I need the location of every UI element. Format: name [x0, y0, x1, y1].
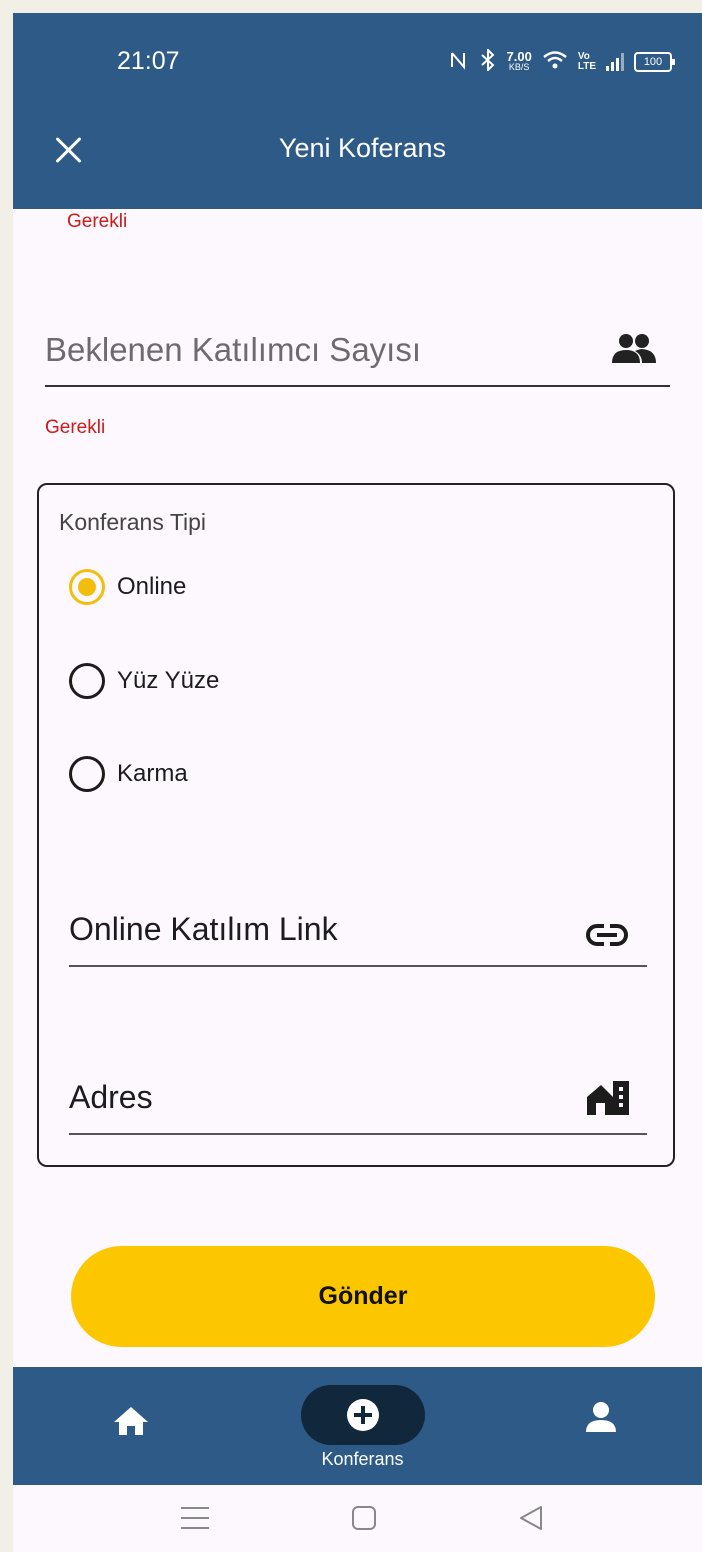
participants-error: Gerekli [45, 417, 106, 438]
bottom-navigation: Konferans [13, 1367, 702, 1485]
participants-underline [45, 385, 670, 387]
participants-field[interactable]: Beklenen Katılımcı Sayısı [45, 313, 670, 388]
menu-icon[interactable] [181, 1505, 209, 1536]
radio-karma[interactable] [69, 756, 105, 792]
conference-type-label: Konferans Tipi [59, 509, 207, 535]
volte-bottom: LTE [577, 61, 596, 72]
net-speed-unit: KB/S [508, 62, 530, 72]
back-icon[interactable] [519, 1505, 543, 1536]
radio-option-online[interactable]: Online [69, 569, 186, 605]
wifi-icon [542, 50, 568, 75]
online-link-underline [69, 965, 647, 967]
home-square-icon[interactable] [351, 1505, 377, 1536]
net-speed-value: 7.00 [506, 49, 532, 64]
business-icon [585, 1079, 631, 1120]
submit-button[interactable]: Gönder [71, 1246, 655, 1347]
conference-type-box: Konferans Tipi Online Yüz Yüze Karma Onl… [37, 483, 675, 1167]
app-screen: 21:07 7.00 KB/S Vo LTE 100 Yeni Koferans… [13, 13, 702, 1552]
volte-badge: Vo LTE [578, 52, 596, 72]
nfc-icon [449, 50, 469, 74]
bluetooth-icon [479, 47, 497, 75]
radio-option-karma[interactable]: Karma [69, 756, 188, 792]
system-nav-bar [13, 1485, 702, 1552]
link-icon [585, 923, 629, 952]
net-speed: 7.00 KB/S [506, 49, 532, 73]
radio-yuz-yuze[interactable] [69, 663, 105, 699]
online-link-label: Online Katılım Link [69, 911, 338, 947]
error-text-top: Gerekli [67, 211, 128, 232]
add-circle-icon [345, 1397, 381, 1438]
address-label: Adres [69, 1079, 153, 1115]
top-app-bar: 21:07 7.00 KB/S Vo LTE 100 Yeni Koferans [13, 13, 702, 209]
people-icon [611, 333, 657, 370]
status-time: 21:07 [117, 47, 180, 75]
radio-label-karma: Karma [117, 760, 188, 787]
person-icon[interactable] [581, 1397, 621, 1437]
page-title: Yeni Koferans [278, 133, 447, 163]
address-underline [69, 1133, 647, 1135]
radio-label-yuz-yuze: Yüz Yüze [117, 667, 220, 694]
home-icon[interactable] [111, 1401, 151, 1441]
status-icons: 7.00 KB/S Vo LTE 100 [449, 47, 675, 75]
battery-icon: 100 [634, 52, 675, 72]
radio-label-online: Online [117, 573, 187, 600]
radio-option-yuz-yuze[interactable]: Yüz Yüze [69, 663, 219, 699]
nav-label-konferans: Konferans [321, 1449, 404, 1469]
signal-icon [606, 53, 624, 71]
online-link-field[interactable]: Online Katılım Link [69, 897, 647, 967]
participants-placeholder: Beklenen Katılımcı Sayısı [45, 331, 422, 368]
nav-item-konferans[interactable] [301, 1385, 425, 1445]
radio-online[interactable] [69, 569, 105, 605]
address-field[interactable]: Adres [69, 1065, 647, 1135]
